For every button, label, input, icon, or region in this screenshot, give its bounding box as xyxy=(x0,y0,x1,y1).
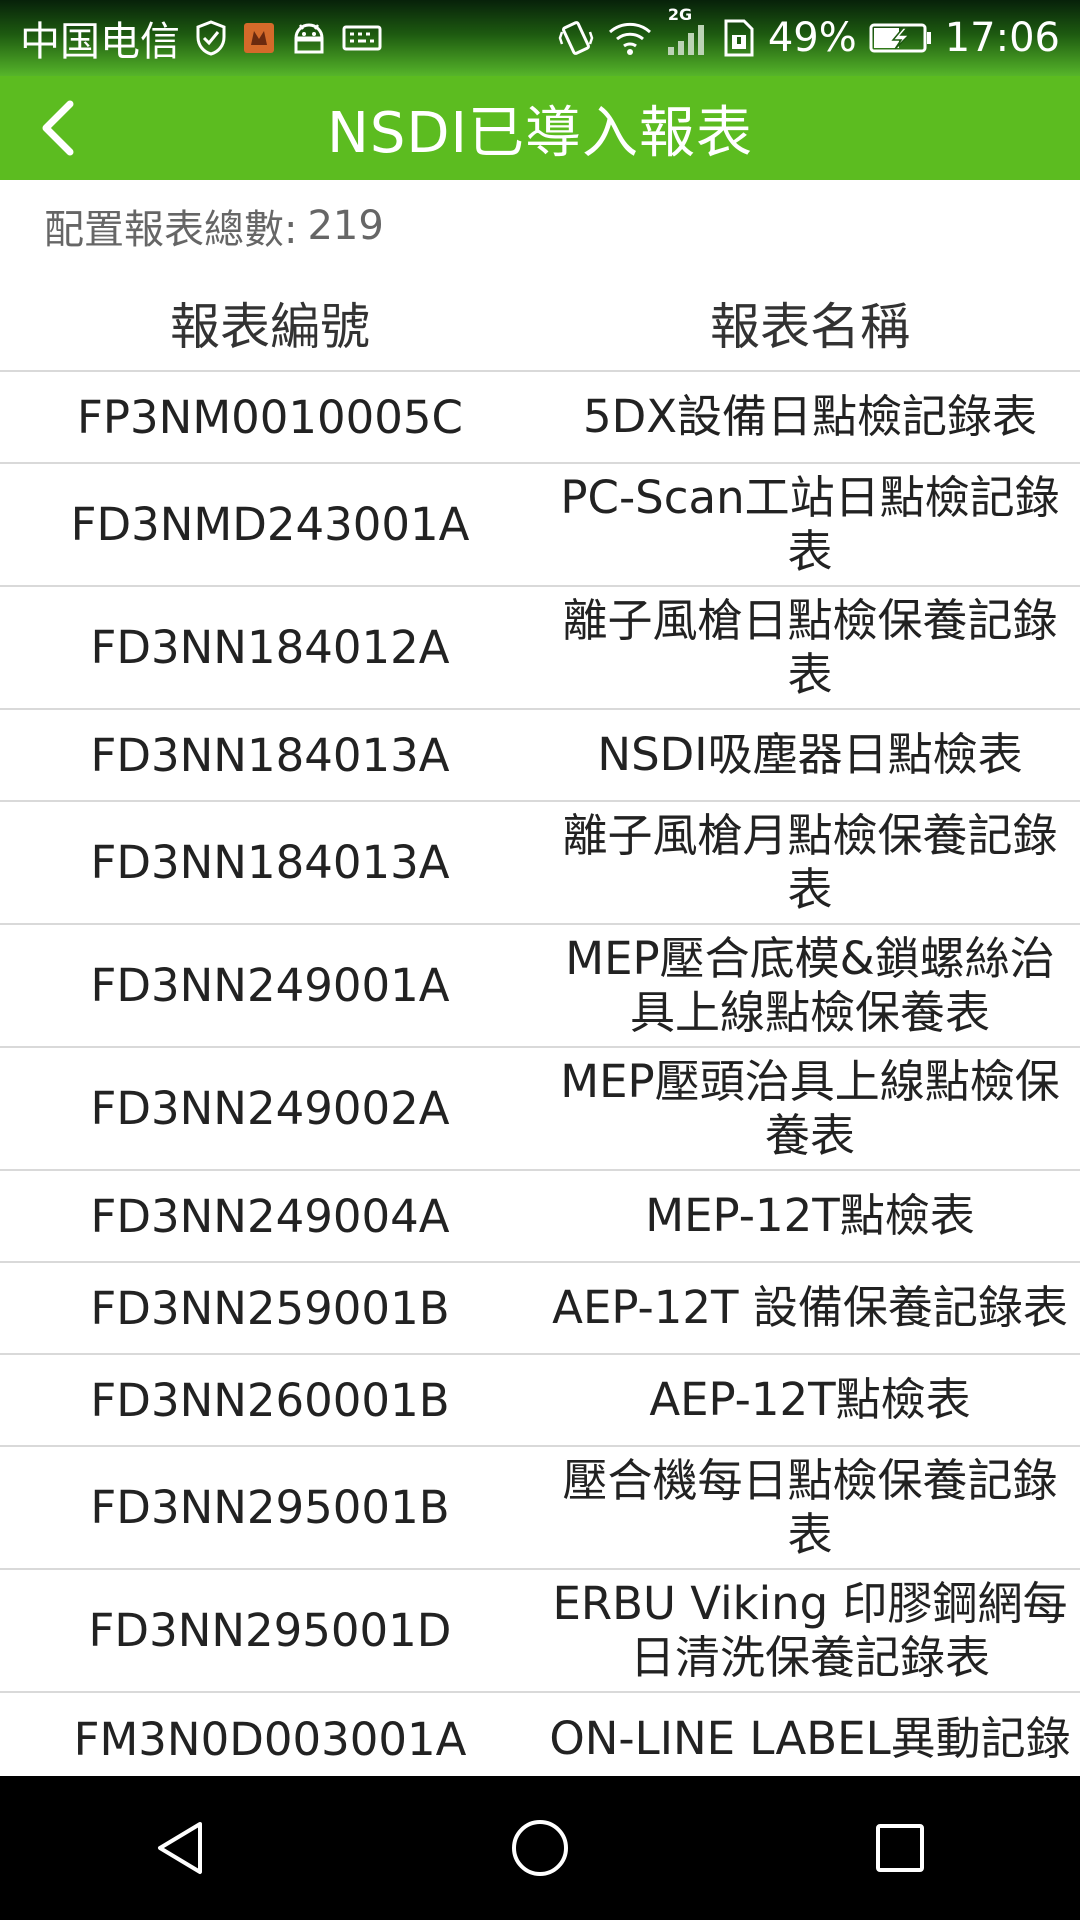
notification-app-icon xyxy=(242,21,276,55)
report-name: NSDI吸塵器日點檢表 xyxy=(597,728,1023,781)
clock: 17:06 xyxy=(944,15,1060,61)
nav-back-button[interactable] xyxy=(120,1788,240,1908)
sim-icon xyxy=(722,17,756,59)
report-code: FD3NN249004A xyxy=(90,1189,450,1243)
report-name: ERBU Viking 印膠鋼網每 日清洗保養記錄表 xyxy=(552,1576,1068,1684)
back-triangle-icon xyxy=(158,1822,202,1874)
report-code: FD3NN184013A xyxy=(90,836,450,889)
table-row[interactable]: FD3NN249002A MEP壓頭治具上線點檢保 養表 xyxy=(0,1048,1080,1171)
table-row[interactable]: FD3NN184013A 離子風槍月點檢保養記錄 表 xyxy=(0,802,1080,925)
table-row[interactable]: FD3NN259001B AEP-12T 設備保養記錄表 xyxy=(0,1263,1080,1355)
table-row[interactable]: FD3NMD243001A PC-Scan工站日點檢記錄 表 xyxy=(0,464,1080,587)
report-code: FP3NM0010005C xyxy=(77,390,463,444)
report-table: 報表編號 報表名稱 FP3NM0010005C 5DX設備日點檢記錄表 FD3N… xyxy=(0,276,1080,1785)
status-bar: 中国电信 2G 49% 17:06 xyxy=(0,0,1080,76)
app-header: NSDI已導入報表 xyxy=(0,76,1080,180)
app-screen: 中国电信 2G 49% 17:06 NSDI已導入報表 配置報表總數: 219 … xyxy=(0,0,1080,1920)
report-name: AEP-12T 設備保養記錄表 xyxy=(552,1281,1068,1334)
report-code: FD3NN295001D xyxy=(88,1604,452,1657)
report-code: FD3NN249002A xyxy=(90,1082,450,1135)
table-row[interactable]: FD3NN295001D ERBU Viking 印膠鋼網每 日清洗保養記錄表 xyxy=(0,1570,1080,1693)
report-count-value: 219 xyxy=(307,203,384,249)
report-name: MEP壓合底模&鎖螺絲治 具上線點檢保養表 xyxy=(565,931,1055,1039)
nav-home-button[interactable] xyxy=(480,1788,600,1908)
battery-percent: 49% xyxy=(767,15,857,61)
report-code: FD3NN184012A xyxy=(90,621,450,674)
home-circle-icon xyxy=(512,1820,568,1876)
page-title: NSDI已導入報表 xyxy=(326,100,754,166)
report-name: MEP-12T點檢表 xyxy=(645,1189,975,1242)
carrier-name: 中国电信 xyxy=(20,19,180,65)
report-code: FD3NN295001B xyxy=(90,1481,450,1534)
report-name: 離子風槍日點檢保養記錄 表 xyxy=(562,593,1058,701)
report-name: 離子風槍月點檢保養記錄 表 xyxy=(562,808,1058,916)
keyboard-icon xyxy=(342,23,382,53)
vibrate-icon xyxy=(558,18,594,58)
column-header-code: 報表編號 xyxy=(170,298,370,356)
report-name: PC-Scan工站日點檢記錄 表 xyxy=(560,470,1060,578)
system-nav-bar xyxy=(0,1776,1080,1920)
report-code: FD3NMD243001A xyxy=(70,498,470,551)
report-code: FD3NN259001B xyxy=(90,1281,450,1335)
table-row[interactable]: FD3NN295001B 壓合機每日點檢保養記錄 表 xyxy=(0,1447,1080,1570)
report-name: 壓合機每日點檢保養記錄 表 xyxy=(562,1453,1058,1561)
column-header-name: 報表名稱 xyxy=(710,298,910,356)
table-header: 報表編號 報表名稱 xyxy=(0,276,1080,372)
report-count-summary: 配置報表總數: 219 xyxy=(44,196,384,256)
report-name: AEP-12T點檢表 xyxy=(649,1373,971,1426)
nav-recents-button[interactable] xyxy=(840,1788,960,1908)
table-row[interactable]: FP3NM0010005C 5DX設備日點檢記錄表 xyxy=(0,372,1080,464)
report-code: FD3NN260001B xyxy=(90,1373,450,1427)
recents-square-icon xyxy=(876,1824,924,1872)
report-name: MEP壓頭治具上線點檢保 養表 xyxy=(560,1054,1060,1162)
table-row[interactable]: FD3NN260001B AEP-12T點檢表 xyxy=(0,1355,1080,1447)
table-row[interactable]: FD3NN184013A NSDI吸塵器日點檢表 xyxy=(0,710,1080,802)
table-row[interactable]: FD3NN249001A MEP壓合底模&鎖螺絲治 具上線點檢保養表 xyxy=(0,925,1080,1048)
android-icon xyxy=(290,21,328,55)
table-row[interactable]: FM3N0D003001A ON-LINE LABEL異動記錄 xyxy=(0,1693,1080,1785)
signal-icon: 2G xyxy=(666,5,710,57)
report-code: FD3NN184013A xyxy=(90,728,450,782)
shield-check-icon xyxy=(194,19,228,57)
report-code: FM3N0D003001A xyxy=(73,1712,467,1766)
report-code: FD3NN249001A xyxy=(90,959,450,1012)
battery-charging-icon xyxy=(869,22,933,54)
report-name: 5DX設備日點檢記錄表 xyxy=(582,390,1038,443)
wifi-icon xyxy=(606,20,654,56)
table-row[interactable]: FD3NN249004A MEP-12T點檢表 xyxy=(0,1171,1080,1263)
network-type-label: 2G xyxy=(667,5,693,24)
table-row[interactable]: FD3NN184012A 離子風槍日點檢保養記錄 表 xyxy=(0,587,1080,710)
report-count-label: 配置報表總數: xyxy=(44,207,298,253)
report-name: ON-LINE LABEL異動記錄 xyxy=(549,1712,1071,1765)
